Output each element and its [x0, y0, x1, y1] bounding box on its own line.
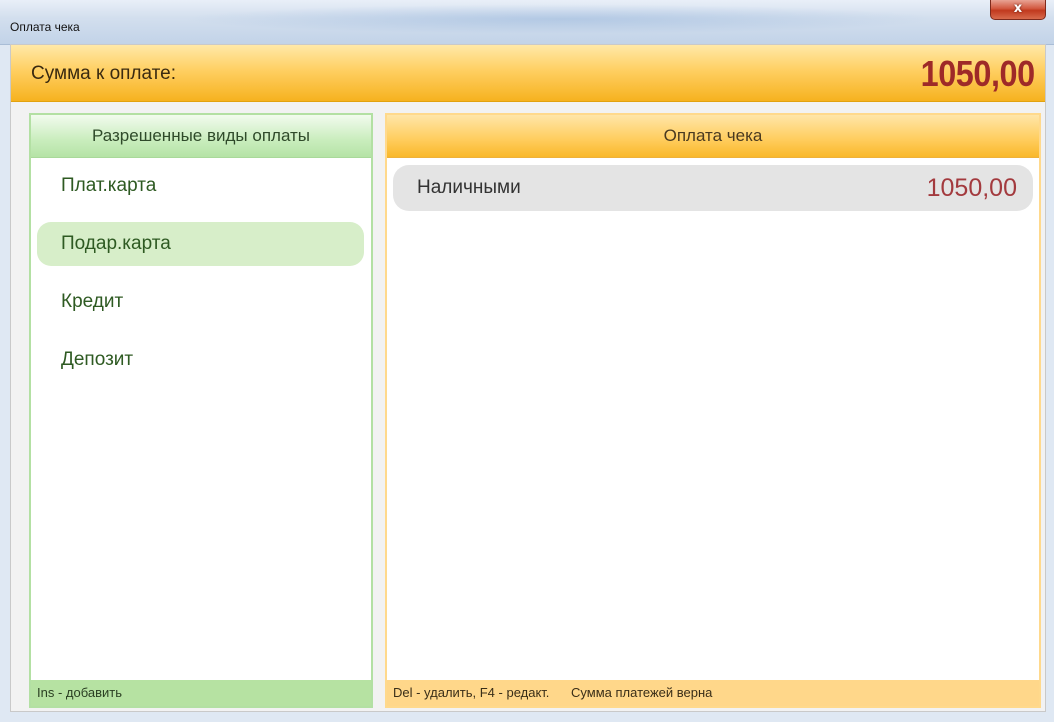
close-icon: x [1013, 1, 1023, 16]
add-hint: Ins - добавить [37, 685, 122, 700]
payment-dialog-window: Оплата чека x Сумма к оплате: 1050,00 Ра… [0, 0, 1054, 722]
title-bar[interactable]: Оплата чека x [0, 0, 1054, 45]
amount-due-value: 1050,00 [921, 53, 1035, 94]
amount-due-bar: Сумма к оплате: 1050,00 [11, 45, 1045, 102]
payment-amount-value: 1050,00 [926, 174, 1017, 202]
allowed-payment-types-header: Разрешенные виды оплаты [31, 115, 371, 158]
window-title: Оплата чека [10, 20, 80, 34]
payment-type-item-deposit[interactable]: Депозит [37, 338, 364, 382]
payment-method-label: Наличными [417, 177, 521, 198]
allowed-payment-types-footer: Ins - добавить [31, 680, 371, 706]
payment-type-item-gift-card[interactable]: Подар.карта [37, 222, 364, 266]
check-payment-panel: Оплата чека Наличными 1050,00 Del - удал… [385, 113, 1041, 708]
dialog-client-area: Сумма к оплате: 1050,00 Разрешенные виды… [10, 44, 1046, 712]
payment-type-item-credit[interactable]: Кредит [37, 280, 364, 324]
payment-type-item-card[interactable]: Плат.карта [37, 164, 364, 208]
amount-due-label: Сумма к оплате: [31, 63, 176, 84]
edit-delete-hint: Del - удалить, F4 - редакт. [393, 685, 550, 700]
check-payment-header: Оплата чека [387, 115, 1039, 158]
payment-type-label: Депозит [61, 349, 134, 370]
payment-status-text: Сумма платежей верна [571, 685, 713, 700]
payment-type-label: Кредит [61, 291, 124, 312]
allowed-payment-types-panel: Разрешенные виды оплаты Плат.карта Подар… [29, 113, 373, 708]
payment-row-cash[interactable]: Наличными 1050,00 [393, 165, 1033, 211]
payment-type-label: Плат.карта [61, 175, 157, 196]
payment-type-label: Подар.карта [61, 233, 171, 254]
title-bar-glow [180, 4, 940, 34]
close-button[interactable]: x [990, 0, 1046, 20]
check-payment-footer: Del - удалить, F4 - редакт. Сумма платеж… [387, 680, 1039, 706]
